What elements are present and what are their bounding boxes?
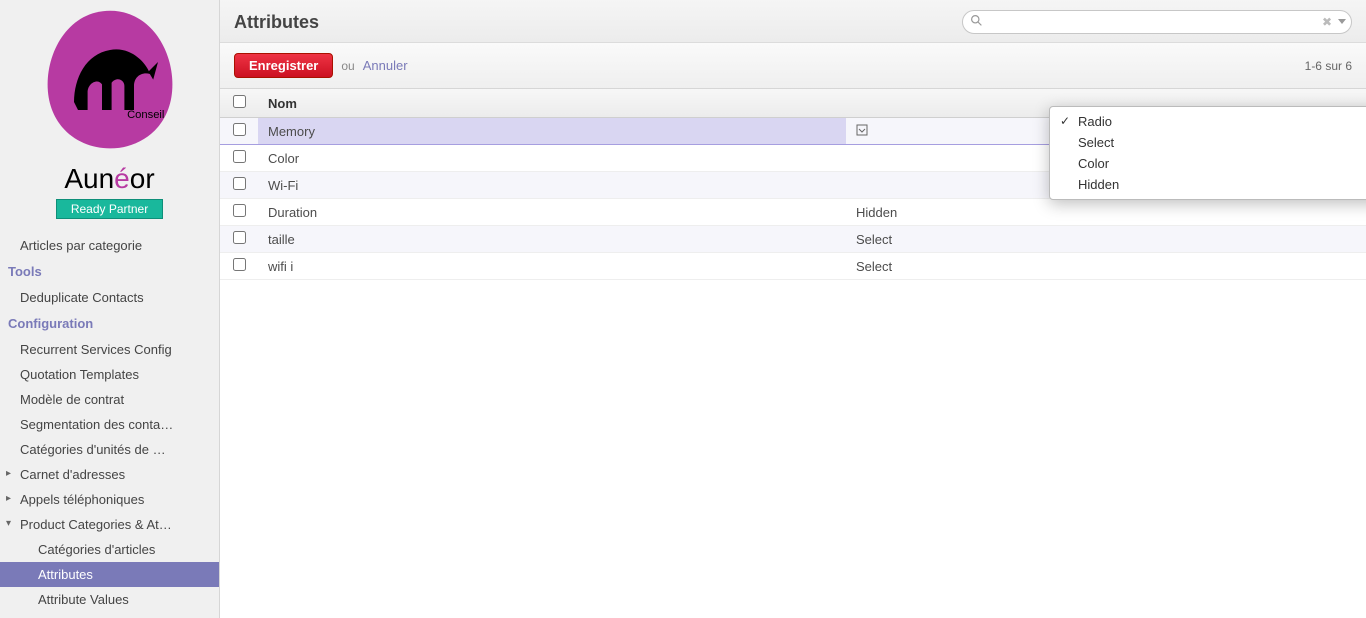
- row-type-label: Hidden: [856, 205, 897, 220]
- row-checkbox[interactable]: [233, 150, 246, 163]
- sidebar-item-label: Carnet d'adresses: [20, 467, 125, 482]
- row-checkbox[interactable]: [233, 123, 246, 136]
- sidebar-item[interactable]: Articles par categorie: [0, 233, 219, 258]
- sidebar-item[interactable]: Public Product Categ…: [0, 612, 219, 618]
- row-name[interactable]: Memory: [258, 118, 846, 145]
- sidebar-item-label: Appels téléphoniques: [20, 492, 144, 507]
- row-checkbox-cell: [220, 118, 258, 145]
- sidebar-item: Configuration: [0, 310, 219, 337]
- svg-text:Conseil: Conseil: [127, 109, 164, 121]
- row-checkbox[interactable]: [233, 231, 246, 244]
- row-name[interactable]: taille: [258, 226, 846, 253]
- sidebar-item[interactable]: ▸ Appels téléphoniques: [0, 487, 219, 512]
- select-all-header: [220, 89, 258, 118]
- row-type[interactable]: Select: [846, 253, 1366, 280]
- dropdown-open-icon[interactable]: [856, 124, 868, 139]
- check-icon: ✓: [1060, 114, 1070, 128]
- row-name[interactable]: Wi-Fi: [258, 172, 846, 199]
- row-checkbox[interactable]: [233, 204, 246, 217]
- sidebar-item-label: Tools: [8, 264, 42, 279]
- sidebar-item-label: Attributes: [38, 567, 93, 582]
- sidebar-item[interactable]: Attributes: [0, 562, 219, 587]
- dropdown-option[interactable]: Color: [1050, 153, 1366, 174]
- dropdown-option-label: Radio: [1078, 114, 1112, 129]
- sidebar-item: Tools: [0, 258, 219, 285]
- dropdown-option[interactable]: Hidden: [1050, 174, 1366, 195]
- sidebar-item-label: Quotation Templates: [20, 367, 139, 382]
- sidebar-item-label: Catégories d'articles: [38, 542, 155, 557]
- sidebar-item[interactable]: Attribute Values: [0, 587, 219, 612]
- row-checkbox-cell: [220, 199, 258, 226]
- row-type[interactable]: Select: [846, 226, 1366, 253]
- sidebar-item[interactable]: Catégories d'unités de …: [0, 437, 219, 462]
- row-type-label: Select: [856, 232, 892, 247]
- col-name[interactable]: Nom: [258, 89, 846, 118]
- sidebar-item[interactable]: Quotation Templates: [0, 362, 219, 387]
- logo: Conseil Aunéor Ready Partner: [0, 0, 219, 229]
- search-icon: [970, 14, 983, 30]
- dropdown-option-label: Select: [1078, 135, 1114, 150]
- table-row[interactable]: wifi i Select: [220, 253, 1366, 280]
- row-type[interactable]: Hidden: [846, 199, 1366, 226]
- row-checkbox-cell: [220, 172, 258, 199]
- row-checkbox-cell: [220, 145, 258, 172]
- sidebar-item[interactable]: Modèle de contrat: [0, 387, 219, 412]
- row-checkbox[interactable]: [233, 258, 246, 271]
- clear-icon[interactable]: ✖: [1322, 15, 1332, 29]
- dropdown-option-label: Color: [1078, 156, 1109, 171]
- brand-logo-icon: Conseil: [30, 6, 190, 166]
- chevron-icon: ▾: [6, 518, 11, 529]
- row-name[interactable]: Duration: [258, 199, 846, 226]
- sidebar-item-label: Articles par categorie: [20, 238, 142, 253]
- sidebar-item[interactable]: Catégories d'articles: [0, 537, 219, 562]
- row-name[interactable]: wifi i: [258, 253, 846, 280]
- search-dropdown-icon[interactable]: [1338, 19, 1346, 24]
- sidebar: Conseil Aunéor Ready Partner Articles pa…: [0, 0, 220, 618]
- table-row[interactable]: taille Select: [220, 226, 1366, 253]
- sidebar-item[interactable]: Recurrent Services Config: [0, 337, 219, 362]
- sidebar-nav: Articles par categorie Tools Deduplicate C…: [0, 229, 219, 618]
- row-checkbox-cell: [220, 253, 258, 280]
- dropdown-option[interactable]: Select: [1050, 132, 1366, 153]
- select-all-checkbox[interactable]: [233, 95, 246, 108]
- save-button[interactable]: Enregistrer: [234, 53, 333, 78]
- main: Attributes ✖ Enregistrer ou Annuler 1-6 …: [220, 0, 1366, 618]
- search-box: ✖: [962, 10, 1352, 34]
- sidebar-item[interactable]: Segmentation des conta…: [0, 412, 219, 437]
- row-checkbox[interactable]: [233, 177, 246, 190]
- search-input[interactable]: [962, 10, 1352, 34]
- sidebar-item[interactable]: Deduplicate Contacts: [0, 285, 219, 310]
- row-name[interactable]: Color: [258, 145, 846, 172]
- sidebar-item[interactable]: ▾ Product Categories & At…: [0, 512, 219, 537]
- sidebar-item-label: Modèle de contrat: [20, 392, 124, 407]
- sidebar-item-label: Product Categories & At…: [20, 517, 172, 532]
- sidebar-item-label: Deduplicate Contacts: [20, 290, 144, 305]
- row-checkbox-cell: [220, 226, 258, 253]
- sidebar-item-label: Catégories d'unités de …: [20, 442, 166, 457]
- row-type-label: Select: [856, 259, 892, 274]
- table-row[interactable]: Duration Hidden: [220, 199, 1366, 226]
- header: Attributes ✖: [220, 0, 1366, 43]
- toolbar: Enregistrer ou Annuler 1-6 sur 6: [220, 43, 1366, 89]
- page-title: Attributes: [234, 12, 319, 33]
- brand-ribbon: Ready Partner: [56, 199, 163, 219]
- chevron-icon: ▸: [6, 493, 11, 504]
- sidebar-item-label: Segmentation des conta…: [20, 417, 173, 432]
- dropdown-option-label: Hidden: [1078, 177, 1119, 192]
- dropdown-option[interactable]: ✓ Radio: [1050, 111, 1366, 132]
- chevron-icon: ▸: [6, 468, 11, 479]
- cancel-link[interactable]: Annuler: [363, 58, 408, 73]
- sidebar-item[interactable]: ▸ Carnet d'adresses: [0, 462, 219, 487]
- or-text: ou: [341, 59, 354, 73]
- sidebar-item-label: Recurrent Services Config: [20, 342, 172, 357]
- sidebar-item-label: Configuration: [8, 316, 93, 331]
- sidebar-item-label: Attribute Values: [38, 592, 129, 607]
- pager: 1-6 sur 6: [1305, 59, 1352, 73]
- brand-name: Aunéor: [64, 163, 154, 194]
- type-dropdown: ✓ Radio Select Color Hidden: [1049, 106, 1366, 200]
